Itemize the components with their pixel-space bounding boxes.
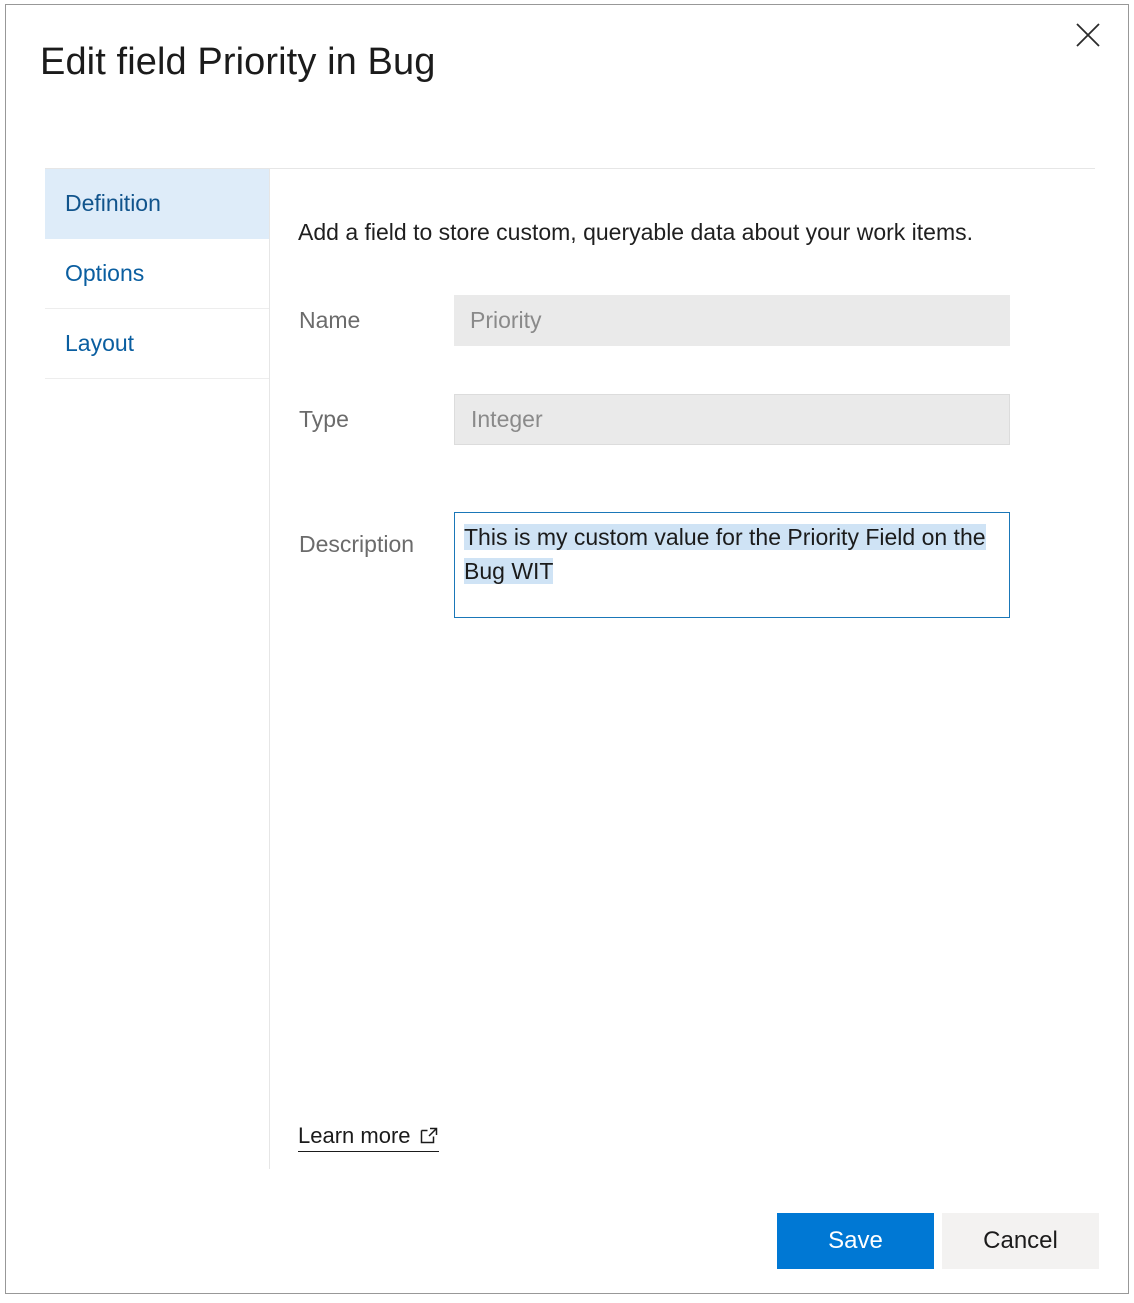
type-input[interactable]: Integer [454, 394, 1010, 445]
external-link-icon [419, 1126, 439, 1146]
dialog-footer: Save Cancel [6, 1173, 1128, 1293]
edit-field-dialog: Edit field Priority in Bug Definition Op… [5, 4, 1129, 1294]
sidebar-item-label: Options [65, 260, 144, 287]
sidebar-item-label: Definition [65, 190, 161, 217]
name-label: Name [299, 307, 360, 334]
save-button[interactable]: Save [777, 1213, 934, 1269]
type-label: Type [299, 406, 349, 433]
pivot-sidebar: Definition Options Layout [45, 169, 269, 379]
description-label: Description [299, 531, 414, 558]
description-selected-text: This is my custom value for the Priority… [464, 524, 986, 584]
learn-more-link[interactable]: Learn more [298, 1123, 439, 1152]
description-textarea[interactable]: This is my custom value for the Priority… [454, 512, 1010, 618]
sidebar-content-divider [269, 169, 270, 1169]
close-icon[interactable] [1066, 13, 1110, 57]
sidebar-item-options[interactable]: Options [45, 239, 269, 309]
dialog-body: Definition Options Layout Add a field to… [6, 169, 1128, 1169]
sidebar-item-label: Layout [65, 330, 134, 357]
dialog-header: Edit field Priority in Bug [6, 5, 1128, 168]
learn-more-label: Learn more [298, 1123, 411, 1149]
name-input[interactable]: Priority [454, 295, 1010, 346]
sidebar-item-definition[interactable]: Definition [45, 169, 269, 239]
sidebar-item-layout[interactable]: Layout [45, 309, 269, 379]
page-title: Edit field Priority in Bug [40, 41, 435, 84]
cancel-button[interactable]: Cancel [942, 1213, 1099, 1269]
panel-description: Add a field to store custom, queryable d… [298, 219, 973, 246]
